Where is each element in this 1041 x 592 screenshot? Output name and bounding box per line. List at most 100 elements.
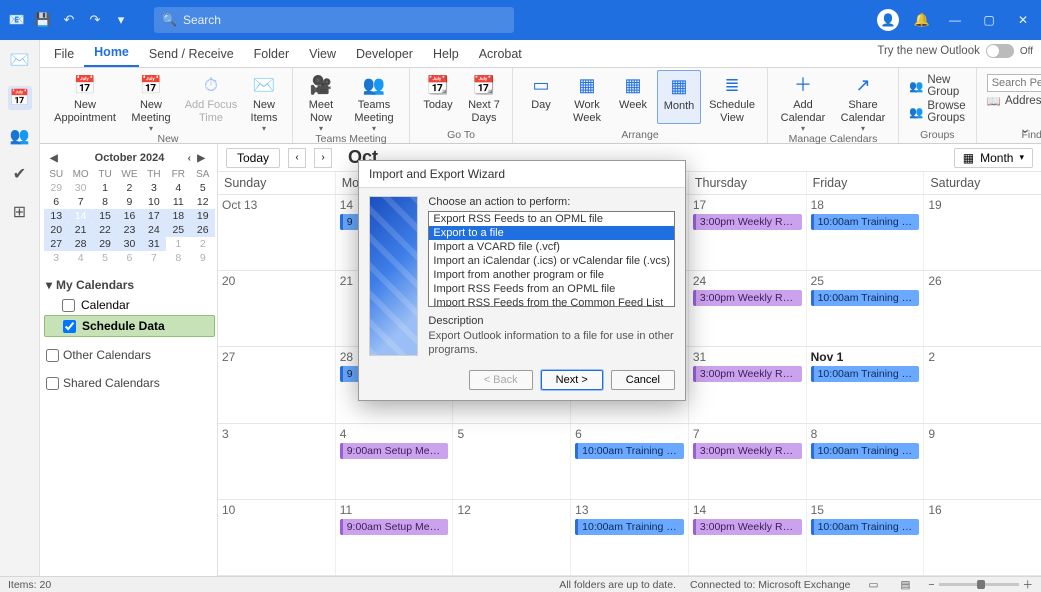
calendar-node[interactable]: Calendar [44,295,215,315]
day-cell[interactable]: 2 [923,347,1041,422]
people-rail-icon[interactable]: 👥 [8,124,32,148]
day-cell[interactable]: 73:00pm Weekly Recaps [688,424,806,499]
today-ribbon-button[interactable]: 📆Today [416,70,460,124]
calendar-event[interactable]: 3:00pm Weekly Recaps [693,290,802,306]
global-search[interactable]: 🔍 Search [154,7,514,33]
view-selector[interactable]: ▦Month▾ [954,148,1033,168]
tab-home[interactable]: Home [84,40,139,67]
new-items-button[interactable]: ✉️New Items▾ [242,70,286,133]
more-apps-icon[interactable]: ⊞ [8,200,32,224]
next7-button[interactable]: 📆Next 7 Days [462,70,506,124]
mini-next-icon[interactable]: ▶ [193,153,209,164]
calendar-event[interactable]: 9:00am Setup Meetings [340,443,449,459]
day-cell[interactable]: 26 [923,271,1041,346]
close-button[interactable]: ✕ [1013,13,1033,27]
day-cell[interactable]: 173:00pm Weekly Recaps [688,195,806,270]
todo-rail-icon[interactable]: ✔ [8,162,32,186]
month-view-button[interactable]: ▦Month [657,70,701,124]
shared-calendars-header[interactable]: Shared Calendars [44,373,215,393]
prev-range-button[interactable]: ‹ [288,148,306,168]
share-calendar-button[interactable]: ↗Share Calendar▾ [834,70,892,133]
mini-calendar[interactable]: ◀ October 2024 ‹ ▶ SUMOTUWETHFRSA2930123… [44,150,215,265]
wizard-option[interactable]: Import an iCalendar (.ics) or vCalendar … [429,254,674,268]
teams-meeting-button[interactable]: 👥Teams Meeting▾ [345,70,403,133]
calendar-event[interactable]: 9:00am Setup Meetings [340,519,449,535]
day-cell[interactable]: 2510:00am Training Meetups [806,271,924,346]
undo-icon[interactable]: ↶ [60,11,78,29]
day-cell[interactable]: 9 [923,424,1041,499]
day-cell[interactable]: 313:00pm Weekly Recaps [688,347,806,422]
my-calendars-header[interactable]: ▾My Calendars [44,275,215,295]
day-cell[interactable]: 12 [452,500,570,575]
day-cell[interactable]: 610:00am Training Meetups [570,424,688,499]
calendar-rail-icon[interactable]: 📅 [8,86,32,110]
next-range-button[interactable]: › [314,148,332,168]
wizard-option[interactable]: Export RSS Feeds to an OPML file [429,212,674,226]
browse-groups-button[interactable]: 👥Browse Groups [909,100,966,124]
wizard-option[interactable]: Import RSS Feeds from the Common Feed Li… [429,296,674,307]
new-meeting-button[interactable]: 📅New Meeting▾ [122,70,180,133]
wizard-option[interactable]: Export to a file [429,226,674,240]
calendar-event[interactable]: 10:00am Training Meetups [811,290,920,306]
wizard-option[interactable]: Import RSS Feeds from an OPML file [429,282,674,296]
new-appointment-button[interactable]: 📅New Appointment [50,70,120,133]
calendar-event[interactable]: 10:00am Training Meetups [811,366,920,382]
week-view-button[interactable]: ▦Week [611,70,655,124]
maximize-button[interactable]: ▢ [979,13,999,27]
day-view-button[interactable]: ▭Day [519,70,563,124]
calendar-event[interactable]: 3:00pm Weekly Recaps [693,366,802,382]
new-group-button[interactable]: 👥New Group [909,74,966,98]
calendar-event[interactable]: 10:00am Training Meetups [575,519,684,535]
mini-prev-icon[interactable]: ◀ [46,153,62,164]
day-cell[interactable]: 119:00am Setup Meetings [335,500,453,575]
cancel-button[interactable]: Cancel [611,370,675,390]
schedule-view-button[interactable]: ≣Schedule View [703,70,761,124]
calendar-event[interactable]: 3:00pm Weekly Recaps [693,443,802,459]
try-new-outlook[interactable]: Try the new Outlook Off [877,44,1033,58]
tab-view[interactable]: View [299,42,346,67]
reading-view-icon[interactable]: ▤ [896,579,914,591]
day-cell[interactable]: 20 [218,271,335,346]
day-cell[interactable]: 3 [218,424,335,499]
day-cell[interactable]: 10 [218,500,335,575]
day-cell[interactable]: 143:00pm Weekly Recaps [688,500,806,575]
search-people-input[interactable] [987,74,1041,92]
calendar-event[interactable]: 10:00am Training Meetups [575,443,684,459]
next-button[interactable]: Next > [541,370,603,390]
action-listbox[interactable]: Export RSS Feeds to an OPML fileExport t… [428,211,675,307]
day-cell[interactable]: 810:00am Training Meetups [806,424,924,499]
tab-file[interactable]: File [44,42,84,67]
tab-developer[interactable]: Developer [346,42,423,67]
meet-now-button[interactable]: 🎥Meet Now▾ [299,70,343,133]
schedule-data-node[interactable]: Schedule Data [44,315,215,337]
other-calendars-header[interactable]: Other Calendars [44,345,215,365]
quickaccess-dropdown-icon[interactable]: ▾ [112,11,130,29]
workweek-button[interactable]: ▦Work Week [565,70,609,124]
zoom-out-icon[interactable]: − [928,579,934,591]
tab-acrobat[interactable]: Acrobat [469,42,532,67]
wizard-option[interactable]: Import a VCARD file (.vcf) [429,240,674,254]
toggle-off-icon[interactable] [986,44,1014,58]
day-cell[interactable]: 27 [218,347,335,422]
today-button[interactable]: Today [226,148,280,168]
day-cell[interactable]: 1310:00am Training Meetups [570,500,688,575]
collapse-ribbon-icon[interactable]: ⌄ [1019,120,1031,137]
minimize-button[interactable]: — [945,13,965,27]
zoom-slider[interactable]: − ＋ [928,577,1033,592]
calendar-event[interactable]: 3:00pm Weekly Recaps [693,214,802,230]
tab-help[interactable]: Help [423,42,469,67]
calendar-event[interactable]: 10:00am Training Meetups [811,519,920,535]
calendar-event[interactable]: 3:00pm Weekly Recaps [693,519,802,535]
add-calendar-button[interactable]: ＋Add Calendar▾ [774,70,832,133]
day-cell[interactable]: 243:00pm Weekly Recaps [688,271,806,346]
calendar-event[interactable]: 10:00am Training Meetups [811,443,920,459]
zoom-in-icon[interactable]: ＋ [1023,577,1034,592]
day-cell[interactable]: Nov 110:00am Training Meetups [806,347,924,422]
tab-folder[interactable]: Folder [244,42,299,67]
day-cell[interactable]: 1510:00am Training Meetups [806,500,924,575]
day-cell[interactable]: 19 [923,195,1041,270]
day-cell[interactable]: 49:00am Setup Meetings [335,424,453,499]
day-cell[interactable]: Oct 13 [218,195,335,270]
redo-icon[interactable]: ↷ [86,11,104,29]
tab-send-receive[interactable]: Send / Receive [139,42,244,67]
